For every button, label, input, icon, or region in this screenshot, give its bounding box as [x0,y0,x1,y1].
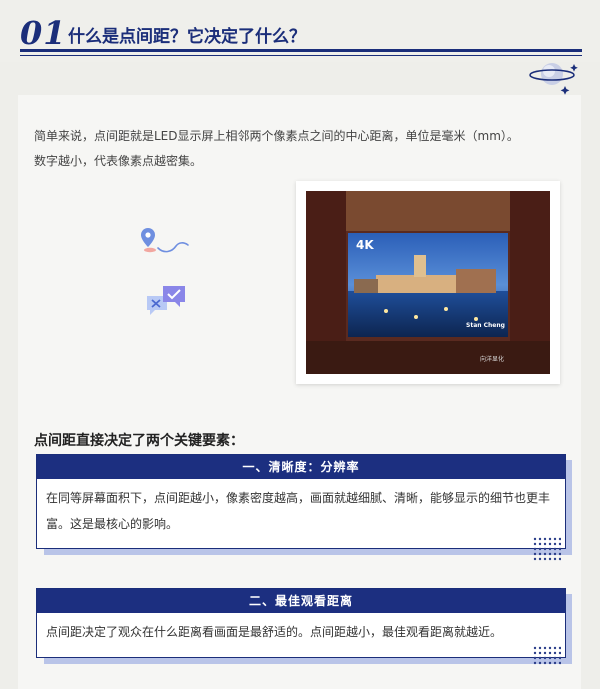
dot-grid-decoration-1 [533,537,562,561]
factor-2-text: 点间距决定了观众在什么距离看画面是最舒适的。点间距越小，最佳观看距离就越近。 [46,625,503,639]
intro-paragraph: 简单来说，点间距就是LED显示屏上相邻两个像素点之间的中心距离，单位是毫米（mm… [34,124,574,174]
header-rule-thin [20,55,582,56]
led-screen-photo: 4K Stan Cheng 向洋显化 [296,181,560,384]
intro-line-2: 数字越小，代表像素点越密集。 [34,154,203,168]
photo-caption: Stan Cheng [466,322,505,329]
section-number: 01 [20,14,67,52]
dot-grid-decoration-2 [533,646,562,670]
factor-box-2: 二、最佳观看距离 点间距决定了观众在什么距离看画面是最舒适的。点间距越小，最佳观… [36,588,566,658]
intro-line-1: 简单来说，点间距就是LED显示屏上相邻两个像素点之间的中心距离，单位是毫米（mm… [34,129,519,143]
factor-2-title: 二、最佳观看距离 [37,589,565,613]
factor-1-title: 一、清晰度：分辨率 [37,455,565,479]
key-factors-heading: 点间距直接决定了两个关键要素： [34,433,244,449]
header-rule-thick [20,49,582,52]
location-pin-icon [138,226,194,258]
article-header: 01 什么是点间距？它决定了什么？ [0,0,600,62]
chat-bubbles-icon [145,284,189,320]
section-title: 什么是点间距？它决定了什么？ [68,27,306,47]
planet-decoration-icon [524,60,588,100]
photo-watermark: 向洋显化 [480,355,504,363]
photo-badge: 4K [356,238,374,252]
factor-box-1: 一、清晰度：分辨率 在同等屏幕面积下，点间距越小，像素密度越高，画面就越细腻、清… [36,454,566,549]
factor-1-text: 在同等屏幕面积下，点间距越小，像素密度越高，画面就越细腻、清晰，能够显示的细节也… [46,491,551,531]
